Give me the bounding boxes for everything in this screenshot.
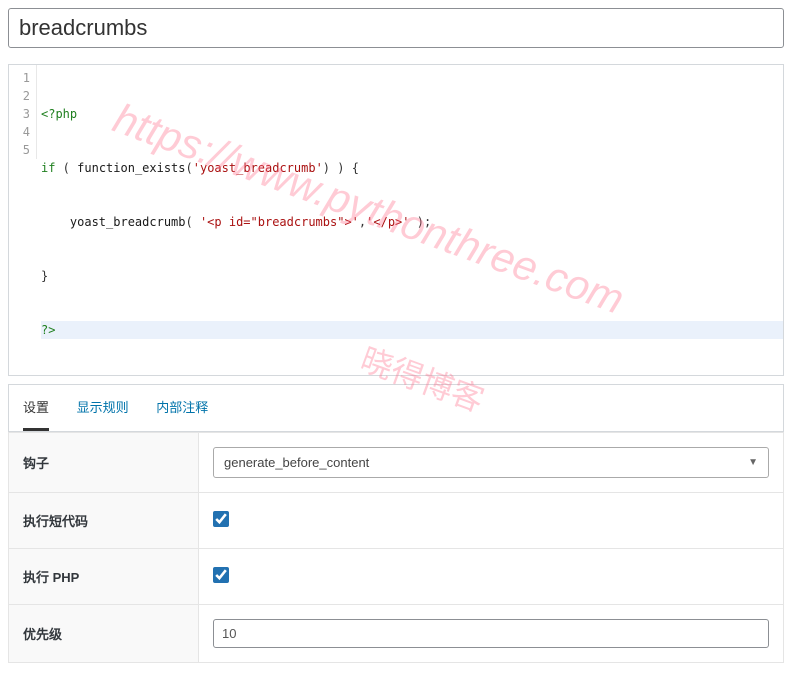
- line-number: 3: [9, 105, 30, 123]
- tab-internal-notes[interactable]: 内部注释: [156, 397, 208, 428]
- settings-form: 钩子 generate_before_content ▼ 执行短代码 执行 PH…: [8, 432, 784, 663]
- code-token: '<p id="breadcrumbs">': [200, 215, 359, 229]
- code-token: (: [55, 161, 77, 175]
- php-label: 执行 PHP: [9, 549, 199, 605]
- code-token: yoast_breadcrumb: [70, 215, 186, 229]
- settings-tabs: 设置 显示规则 内部注释: [8, 384, 784, 432]
- line-gutter: 1 2 3 4 5: [9, 65, 37, 159]
- hook-select[interactable]: generate_before_content ▼: [213, 447, 769, 478]
- code-token: if: [41, 161, 55, 175]
- line-number: 2: [9, 87, 30, 105]
- execute-shortcode-checkbox[interactable]: [213, 511, 229, 527]
- title-input[interactable]: [8, 8, 784, 48]
- code-token: '</p>': [366, 215, 409, 229]
- code-token: <?php: [41, 107, 77, 121]
- line-number: 5: [9, 141, 30, 159]
- code-area[interactable]: <?php if ( function_exists('yoast_breadc…: [37, 65, 783, 375]
- shortcode-label: 执行短代码: [9, 493, 199, 549]
- code-token: [41, 215, 70, 229]
- code-editor[interactable]: 1 2 3 4 5 <?php if ( function_exists('yo…: [8, 64, 784, 376]
- code-token: (: [186, 161, 193, 175]
- chevron-down-icon: ▼: [748, 457, 758, 468]
- line-number: 4: [9, 123, 30, 141]
- code-token: function_exists: [77, 161, 185, 175]
- hook-label: 钩子: [9, 433, 199, 493]
- code-token: );: [410, 215, 432, 229]
- code-token: (: [186, 215, 200, 229]
- tab-display-rules[interactable]: 显示规则: [77, 397, 129, 428]
- code-token: 'yoast_breadcrumb': [193, 161, 323, 175]
- code-token: }: [41, 269, 48, 283]
- execute-php-checkbox[interactable]: [213, 567, 229, 583]
- hook-selected-value: generate_before_content: [224, 455, 369, 470]
- priority-label: 优先级: [9, 605, 199, 663]
- line-number: 1: [9, 69, 30, 87]
- tab-settings[interactable]: 设置: [23, 397, 49, 431]
- priority-input[interactable]: [213, 619, 769, 648]
- code-token: ?>: [41, 323, 55, 337]
- code-token: ) ) {: [323, 161, 359, 175]
